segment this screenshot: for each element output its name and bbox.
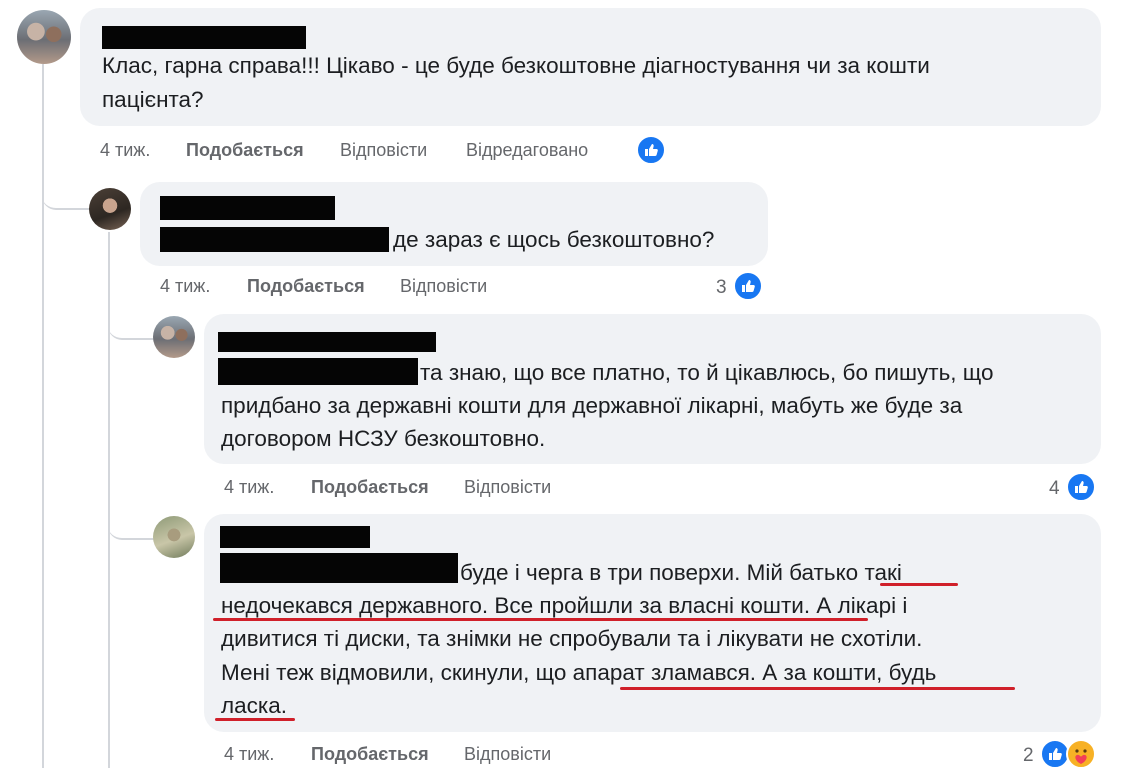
reaction-count[interactable]: 4 [1049,477,1060,501]
reaction-count[interactable]: 2 [1023,744,1034,768]
redacted-author-name [220,526,370,548]
thread-connector [108,300,154,340]
comment-text-line: договором НСЗУ безкоштовно. [221,426,546,451]
redacted-author-name [102,26,306,49]
comment-actions: 4 тиж. Подобається Відповісти [160,274,560,298]
annotation-underline [215,718,295,721]
comment-actions: 4 тиж. Подобається Відповісти [224,742,624,766]
redacted-mention [220,553,458,583]
like-icon[interactable] [733,271,763,301]
reply-button[interactable]: Відповісти [340,138,427,162]
thread-connector [108,500,154,540]
comment-actions: 4 тиж. Подобається Відповісти Відредагов… [100,138,700,162]
like-button[interactable]: Подобається [186,138,304,162]
comment-text-line: Мені теж відмовили, скинули, що апарат з… [221,660,937,685]
comment-text-line: де зараз є щось безкоштовно? [393,227,715,252]
like-button[interactable]: Подобається [247,274,365,298]
edited-label[interactable]: Відредаговано [466,138,588,162]
annotation-underline [880,583,958,586]
avatar[interactable] [17,10,71,64]
like-icon[interactable] [636,135,666,165]
reply-button[interactable]: Відповісти [464,742,551,766]
redacted-author-name [218,332,436,352]
comment-text-line: буде і черга в три поверхи. Мій батько т… [460,560,902,585]
avatar[interactable] [89,188,131,230]
thread-connector [42,170,92,210]
redacted-mention [218,358,418,385]
redacted-mention [160,227,389,252]
care-icon[interactable] [1066,739,1096,769]
like-icon[interactable] [1066,472,1096,502]
timestamp[interactable]: 4 тиж. [100,138,150,162]
reply-button[interactable]: Відповісти [400,274,487,298]
comment-text-line: дивитися ті диски, та знімки не спробува… [221,626,923,651]
timestamp[interactable]: 4 тиж. [224,742,274,766]
comment-text-line: пацієнта? [102,87,204,112]
annotation-underline [213,618,868,621]
redacted-author-name [160,196,335,220]
comment-actions: 4 тиж. Подобається Відповісти [224,475,624,499]
timestamp[interactable]: 4 тиж. [160,274,210,298]
comment-text-line: та знаю, що все платно, то й цікавлюсь, … [420,360,994,385]
avatar[interactable] [153,516,195,558]
comment-text-line: Клас, гарна справа!!! Цікаво - це буде б… [102,53,930,78]
avatar[interactable] [153,316,195,358]
like-button[interactable]: Подобається [311,742,429,766]
comment-text-line: придбано за державні кошти для державної… [221,393,963,418]
timestamp[interactable]: 4 тиж. [224,475,274,499]
reply-button[interactable]: Відповісти [464,475,551,499]
annotation-underline [620,687,1015,690]
reaction-count[interactable]: 3 [716,276,727,300]
like-button[interactable]: Подобається [311,475,429,499]
